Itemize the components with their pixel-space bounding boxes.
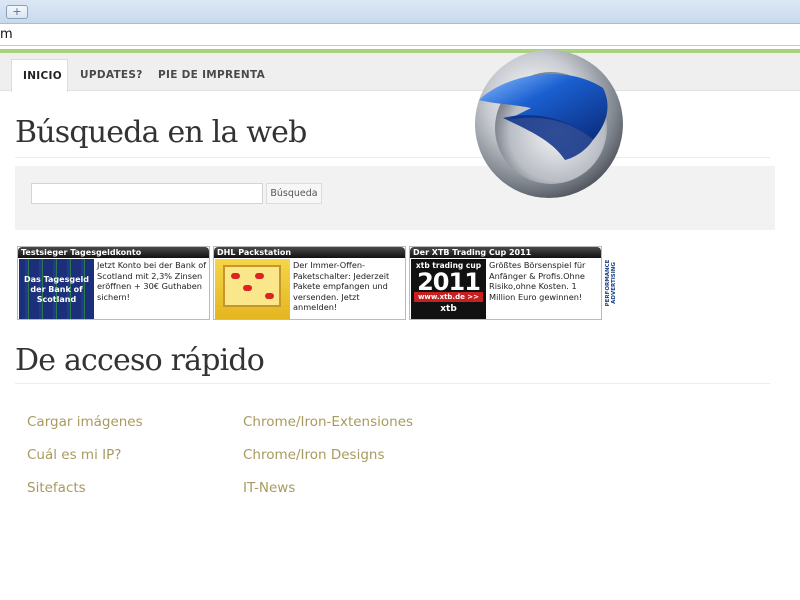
- performance-advertising-badge[interactable]: PERFORMANCE ADVERTISING: [603, 252, 619, 318]
- xtb-image-url: www.xtb.de >>: [414, 292, 483, 302]
- tab-updates[interactable]: UPDATES?: [80, 59, 143, 92]
- link-it-news[interactable]: IT-News: [243, 480, 295, 496]
- search-button[interactable]: Búsqueda: [266, 183, 322, 204]
- search-input[interactable]: [31, 183, 263, 204]
- link-sitefacts[interactable]: Sitefacts: [27, 480, 86, 496]
- quick-access-heading: De acceso rápido: [15, 343, 265, 378]
- ad-title[interactable]: Der XTB Trading Cup 2011: [410, 247, 601, 258]
- tab-pie-de-imprenta[interactable]: PIE DE IMPRENTA: [158, 59, 265, 92]
- ad-text[interactable]: Jetzt Konto bei der Bank of Scotland mit…: [97, 260, 210, 302]
- packstation-lockers-icon: [223, 265, 281, 307]
- address-text[interactable]: m: [0, 27, 13, 42]
- xtb-logo: xtb: [440, 304, 457, 314]
- ad-text[interactable]: Größtes Börsenspiel für Anfänger & Profi…: [489, 260, 602, 302]
- xtb-trading-cup-image[interactable]: xtb trading cup 2011 www.xtb.de >> xtb: [411, 259, 486, 319]
- address-bar[interactable]: m: [0, 24, 800, 46]
- browser-tab-strip: +: [0, 0, 800, 24]
- link-cargar-imagenes[interactable]: Cargar imágenes: [27, 414, 143, 430]
- search-heading: Búsqueda en la web: [15, 115, 307, 150]
- ad-network-label: PERFORMANCE ADVERTISING: [605, 259, 617, 307]
- ad-title[interactable]: Testsieger Tagesgeldkonto: [18, 247, 209, 258]
- link-chrome-iron-extensiones[interactable]: Chrome/Iron-Extensiones: [243, 414, 413, 430]
- ad-image-text: Das Tagesgeld der Bank of Scotland: [24, 275, 89, 304]
- packstation-image[interactable]: [215, 259, 290, 319]
- divider: [15, 157, 770, 158]
- divider: [15, 383, 770, 384]
- new-tab-plus-icon[interactable]: +: [6, 5, 28, 19]
- ad-text[interactable]: Der Immer-Offen-Paketschalter: Jederzeit…: [293, 260, 406, 313]
- link-cual-es-mi-ip[interactable]: Cuál es mi IP?: [27, 447, 121, 463]
- ad-dhl-packstation[interactable]: DHL Packstation Der Immer-Offen-Paketsch…: [213, 246, 406, 320]
- tab-inicio[interactable]: INICIO: [11, 59, 68, 92]
- srware-iron-logo: [475, 50, 623, 198]
- link-chrome-iron-designs[interactable]: Chrome/Iron Designs: [243, 447, 385, 463]
- ad-title[interactable]: DHL Packstation: [214, 247, 405, 258]
- ad-xtb-trading-cup[interactable]: Der XTB Trading Cup 2011 xtb trading cup…: [409, 246, 602, 320]
- ad-tagesgeldkonto[interactable]: Testsieger Tagesgeldkonto Das Tagesgeld …: [17, 246, 210, 320]
- bank-of-scotland-image[interactable]: Das Tagesgeld der Bank of Scotland: [19, 259, 94, 319]
